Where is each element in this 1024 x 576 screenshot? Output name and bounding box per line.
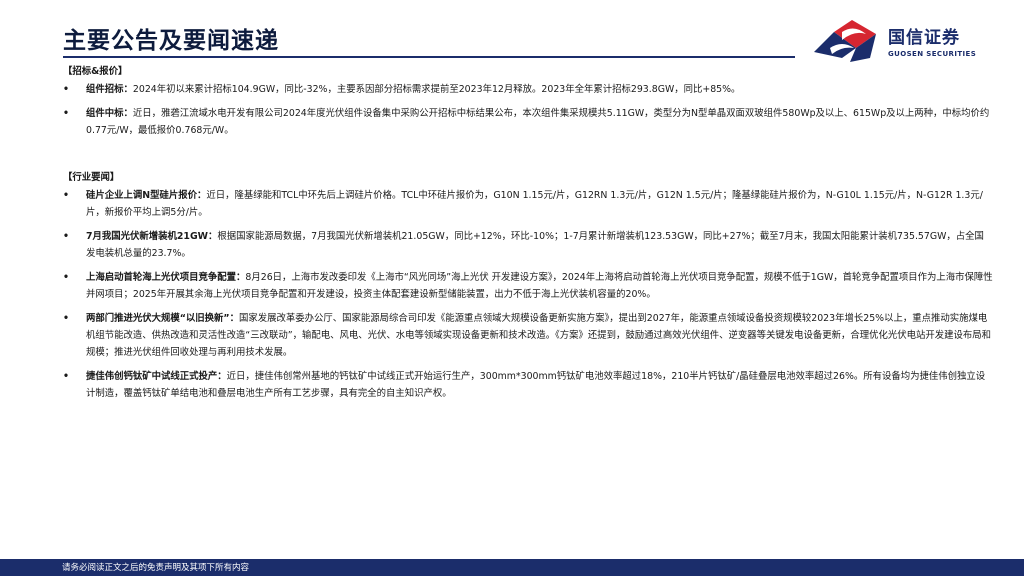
item-lead: 两部门推进光伏大规模“以旧换新”： (86, 313, 239, 324)
list-item: • 上海启动首轮海上光伏项目竞争配置：8月26日，上海市发改委印发《上海市“风光… (63, 269, 993, 303)
footer-bar: 请务必阅读正文之后的免责声明及其项下所有内容 (0, 559, 1024, 576)
page-title: 主要公告及要闻速递 (63, 28, 279, 54)
item-text: 近日，雅砻江流域水电开发有限公司2024年度光伏组件设备集中采购公开招标中标结果… (86, 108, 990, 136)
footer-disclaimer: 请务必阅读正文之后的免责声明及其项下所有内容 (62, 563, 250, 573)
content-body: 【招标&报价】 • 组件招标：2024年初以来累计招标104.9GW，同比-32… (63, 63, 993, 409)
bullet-marker: • (63, 108, 69, 119)
item-lead: 7月我国光伏新增装机21GW： (86, 231, 218, 242)
bullet-marker: • (63, 371, 69, 382)
bullet-marker: • (63, 313, 69, 324)
item-lead: 上海启动首轮海上光伏项目竞争配置： (86, 272, 246, 283)
list-item: • 两部门推进光伏大规模“以旧换新”：国家发展改革委办公厅、国家能源局综合司印发… (63, 310, 993, 361)
item-text: 根据国家能源局数据，7月我国光伏新增装机21.05GW，同比+12%，环比-10… (86, 231, 984, 259)
item-lead: 硅片企业上调N型硅片报价： (86, 190, 207, 201)
list-item: • 捷佳伟创钙钛矿中试线正式投产：近日，捷佳伟创常州基地的钙钛矿中试线正式开始运… (63, 368, 993, 402)
list-item: • 组件中标：近日，雅砻江流域水电开发有限公司2024年度光伏组件设备集中采购公… (63, 105, 993, 139)
section-heading-bidding: 【招标&报价】 (63, 66, 128, 77)
bullet-marker: • (63, 231, 69, 242)
guosen-logo: 国信证券 GUOSEN SECURITIES (812, 18, 982, 66)
title-divider (63, 56, 795, 58)
logo-chinese-name: 国信证券 (888, 28, 960, 48)
list-item: • 组件招标：2024年初以来累计招标104.9GW，同比-32%，主要系因部分… (63, 81, 993, 98)
item-lead: 组件招标： (86, 84, 133, 95)
list-item: • 硅片企业上调N型硅片报价：近日，隆基绿能和TCL中环先后上调硅片价格。TCL… (63, 187, 993, 221)
bullet-marker: • (63, 190, 69, 201)
bullet-marker: • (63, 84, 69, 95)
item-lead: 组件中标： (86, 108, 133, 119)
item-text: 2024年初以来累计招标104.9GW，同比-32%，主要系因部分招标需求提前至… (132, 84, 741, 95)
section-heading-industry-news: 【行业要闻】 (63, 172, 120, 183)
guosen-logo-mark-icon (814, 20, 876, 62)
item-text: 近日，隆基绿能和TCL中环先后上调硅片价格。TCL中环硅片报价为，G10N 1.… (86, 190, 983, 218)
item-lead: 捷佳伟创钙钛矿中试线正式投产： (86, 371, 227, 382)
list-item: • 7月我国光伏新增装机21GW：根据国家能源局数据，7月我国光伏新增装机21.… (63, 228, 993, 262)
logo-english-name: GUOSEN SECURITIES (888, 50, 977, 58)
bullet-marker: • (63, 272, 69, 283)
